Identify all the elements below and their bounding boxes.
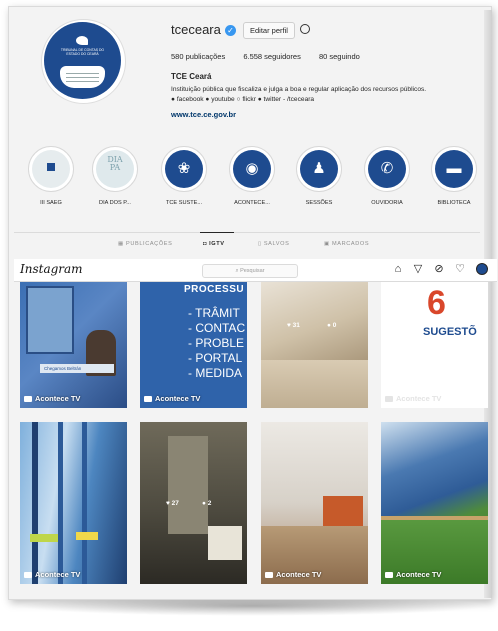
text-icon: DIA PA [107, 155, 123, 172]
tab-igtv[interactable]: ◘ IGTV [203, 241, 225, 247]
highlight-ring: ✆ [364, 146, 410, 192]
highlight-ring: ◉ [229, 146, 275, 192]
tile-text: PROCESSU [184, 284, 245, 295]
tile-caption: Acontece TV [24, 570, 80, 579]
igtv-video-tile[interactable]: ♥ 27 ● 2 [140, 422, 247, 584]
highlight-dia-dos-pais[interactable]: DIA PA DIA DOS P... [86, 146, 144, 206]
followers-count[interactable]: 6.558 seguidores [243, 52, 301, 61]
igtv-video-tile[interactable]: 6 SUGESTÕ Acontece TV [381, 282, 488, 408]
highlight-saeg[interactable]: III SAEG [22, 146, 80, 206]
bio-social-line: ● facebook ● youtube ○ flickr ● twitter … [171, 96, 315, 103]
highlight-tce-sustentavel[interactable]: ❀ TCE SUSTE... [155, 146, 213, 206]
igtv-video-tile[interactable]: Acontece TV [381, 422, 488, 584]
highlight-label: ACONTECE... [234, 200, 270, 206]
highlight-label: OUVIDORIA [371, 200, 403, 206]
activity-heart-icon[interactable]: ♡ [454, 263, 466, 275]
profile-stats: 580 publicações 6.558 seguidores 80 segu… [171, 52, 376, 61]
search-input[interactable]: ⌕ Pesquisar [202, 264, 298, 278]
edit-profile-button[interactable]: Editar perfil [243, 22, 295, 39]
highlight-ring: ❀ [161, 146, 207, 192]
igtv-icon [24, 572, 32, 579]
highlight-acontece[interactable]: ◉ ACONTECE... [223, 146, 281, 206]
active-tab-indicator [200, 232, 234, 233]
people-icon: ♟ [312, 160, 326, 177]
igtv-video-tile[interactable]: Chegamos Beltrán Acontece TV [20, 282, 127, 408]
nav-profile-avatar[interactable] [476, 263, 488, 275]
highlight-ring [28, 146, 74, 192]
instagram-logo[interactable]: Instagram [20, 262, 83, 276]
tab-salvos[interactable]: ▯ SALVOS [258, 241, 289, 247]
tabs-divider [14, 232, 480, 233]
highlight-label: BIBLIOTECA [437, 200, 471, 206]
highlight-label: TCE SUSTE... [165, 200, 203, 206]
igtv-video-tile[interactable]: ♥ 31 ● 0 [261, 282, 368, 408]
highlight-label: SESSÕES [305, 200, 333, 206]
igtv-icon [385, 572, 393, 579]
video-name-banner: Chegamos Beltrán [40, 364, 114, 373]
following-count[interactable]: 80 seguindo [319, 52, 360, 61]
posts-count[interactable]: 580 publicações [171, 52, 225, 61]
square-icon [47, 163, 55, 171]
igtv-video-tile[interactable]: Acontece TV [261, 422, 368, 584]
tv-icon: ◉ [245, 160, 259, 177]
face-mask-icon [60, 66, 105, 88]
highlight-ring: DIA PA [92, 146, 138, 192]
tile-caption: Acontece TV [144, 394, 200, 403]
tile-number: 6 [427, 284, 446, 322]
tag-icon: ▣ [324, 241, 333, 247]
tab-marcados[interactable]: ▣ MARCADOS [324, 241, 369, 247]
igtv-icon [144, 396, 152, 403]
comments-count: ● 0 [327, 322, 337, 329]
avatar[interactable]: TRIBUNAL DE CONTAS DO ESTADO DO CEARÁ [44, 22, 121, 99]
leaf-icon: ❀ [177, 160, 191, 177]
igtv-icon [385, 396, 393, 403]
tile-caption: Acontece TV [385, 570, 441, 579]
profile-display-name: TCE Ceará [171, 72, 212, 81]
tile-text-list: - TRÂMIT - CONTAC - PROBLE - PORTAL - ME… [188, 306, 246, 380]
chat-icon: ✆ [380, 160, 394, 177]
profile-username: tceceara [171, 22, 221, 37]
highlight-biblioteca[interactable]: ▬ BIBLIOTECA [425, 146, 483, 206]
tile-caption: Acontece TV [24, 394, 80, 403]
tile-word: SUGESTÕ [423, 326, 477, 338]
explore-icon[interactable]: ⊘ [433, 263, 445, 275]
igtv-icon [24, 396, 32, 403]
avatar-text: TRIBUNAL DE CONTAS DO ESTADO DO CEARÁ [60, 48, 105, 56]
comments-count: ● 2 [202, 500, 212, 507]
bio-line: Instituição pública que fiscaliza e julg… [171, 86, 427, 93]
profile-bio: Instituição pública que fiscaliza e julg… [171, 85, 487, 105]
highlight-ring: ▬ [431, 146, 477, 192]
tile-caption: Acontece TV [385, 394, 441, 403]
profile-website-link[interactable]: www.tce.ce.gov.br [171, 110, 236, 119]
tab-publicacoes[interactable]: ▦ PUBLICAÇÕES [118, 241, 172, 247]
bird-logo-icon [76, 36, 88, 45]
tile-caption: Acontece TV [265, 570, 321, 579]
verified-badge-icon: ✓ [225, 25, 236, 36]
highlight-sessoes[interactable]: ♟ SESSÕES [290, 146, 348, 206]
likes-count: ♥ 31 [287, 322, 300, 329]
igtv-video-tile[interactable]: PROCESSU - TRÂMIT - CONTAC - PROBLE - PO… [140, 282, 247, 408]
igtv-icon [265, 572, 273, 579]
highlight-ring: ♟ [296, 146, 342, 192]
grid-icon: ▦ [118, 241, 127, 247]
igtv-video-tile[interactable]: Acontece TV [20, 422, 127, 584]
direct-message-icon[interactable]: ▽ [412, 263, 424, 275]
settings-gear-icon[interactable] [300, 24, 310, 34]
highlight-label: DIA DOS P... [99, 200, 131, 206]
highlight-label: III SAEG [40, 200, 62, 206]
highlight-ouvidoria[interactable]: ✆ OUVIDORIA [358, 146, 416, 206]
likes-count: ♥ 27 [166, 500, 179, 507]
home-icon[interactable]: ⌂ [392, 263, 404, 275]
book-icon: ▬ [446, 160, 462, 177]
